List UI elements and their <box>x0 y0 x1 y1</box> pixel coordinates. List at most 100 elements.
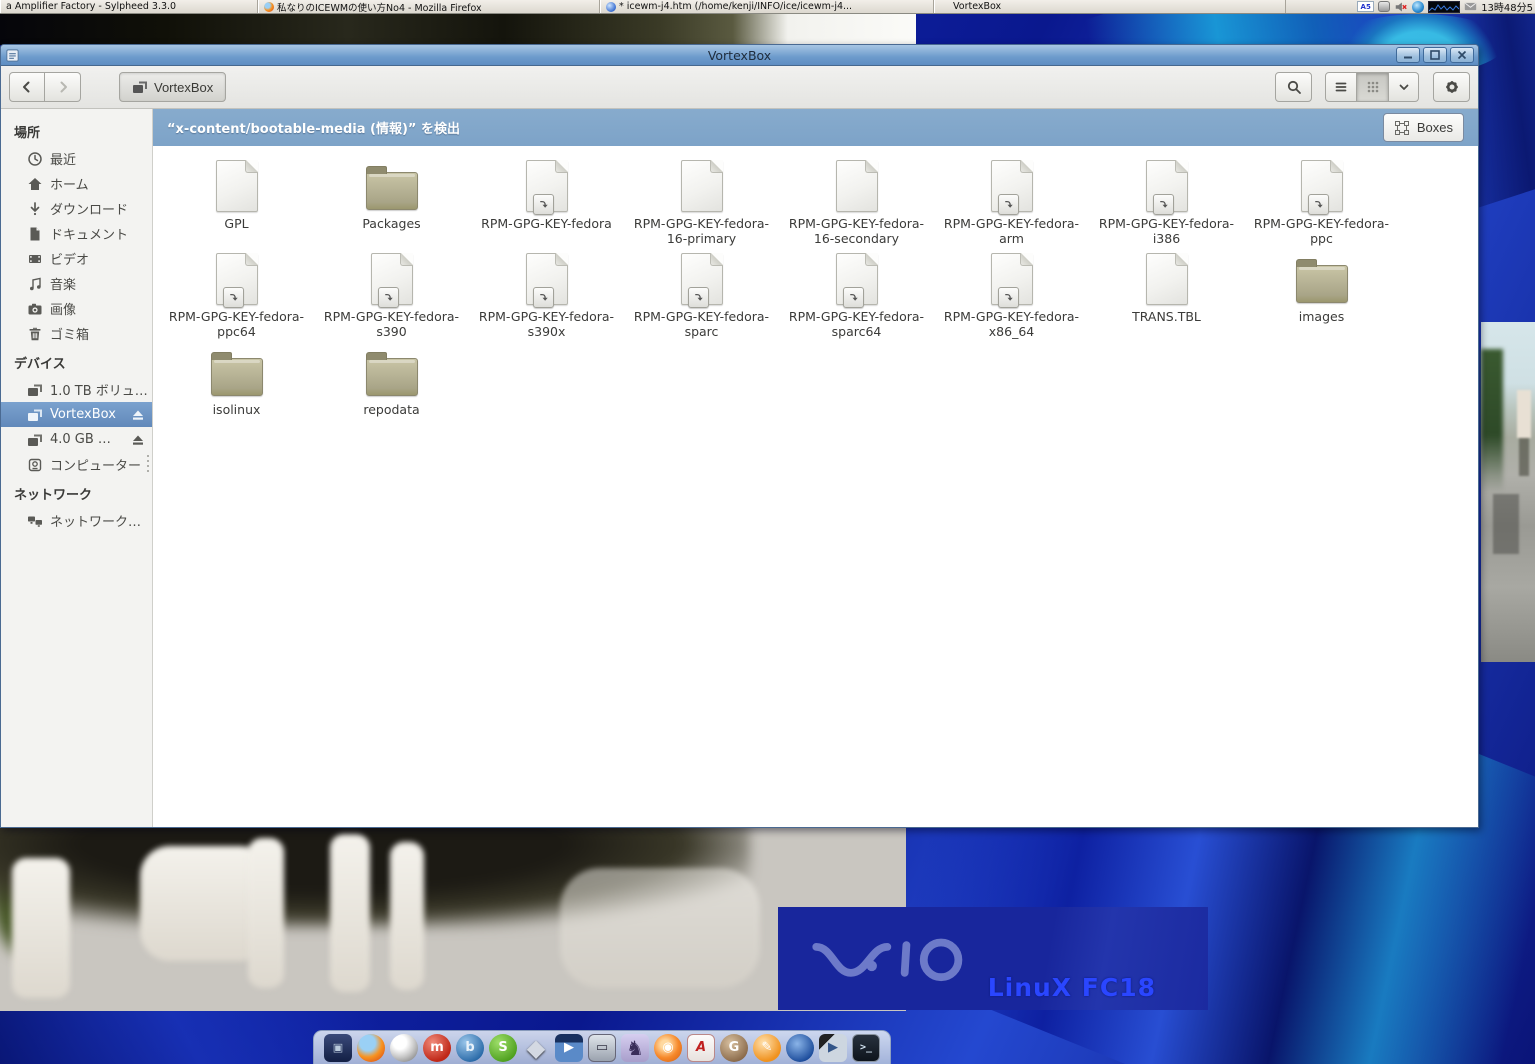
maximize-button[interactable] <box>1423 47 1447 63</box>
globe-icon <box>606 2 616 12</box>
sidebar-item-[interactable]: ホーム <box>1 171 152 196</box>
sidebar-item-10tb[interactable]: 1.0 TB ボリュ… <box>1 377 152 402</box>
sidebar-item-[interactable]: コンピューター <box>1 452 152 477</box>
folder-item[interactable]: repodata <box>314 342 469 435</box>
taskbar: a Amplifier Factory - Sylpheed 3.3.0 私なりの… <box>0 0 1535 14</box>
mouse-settings-icon[interactable] <box>1378 1 1390 12</box>
symlink-emblem-icon <box>1153 194 1174 215</box>
taskbar-window-label: 私なりのICEWMの使い方No4 - Mozilla Firefox <box>277 0 482 13</box>
view-toggle-group <box>1325 72 1419 102</box>
back-button[interactable] <box>9 72 45 102</box>
file-item[interactable]: RPM-GPG-KEY-fedora-x86_64 <box>934 249 1089 342</box>
paint-icon[interactable]: ✎ <box>753 1034 781 1062</box>
sidebar-item-[interactable]: ダウンロード <box>1 196 152 221</box>
search-button[interactable] <box>1275 72 1312 102</box>
media-player-icon[interactable]: ▶ <box>555 1034 583 1062</box>
folder-icon <box>366 358 418 396</box>
file-item[interactable]: RPM-GPG-KEY-fedora-ppc <box>1244 156 1399 249</box>
blender-icon[interactable]: ◉ <box>654 1034 682 1062</box>
gimp-icon[interactable]: G <box>720 1034 748 1062</box>
bluefish-icon[interactable]: b <box>456 1034 484 1062</box>
video-editor-icon[interactable]: ▶ <box>819 1034 847 1062</box>
eject-button[interactable] <box>128 431 148 449</box>
minimize-button[interactable] <box>1396 47 1420 63</box>
sidebar-item-40gb[interactable]: 4.0 GB … <box>1 427 152 452</box>
file-item[interactable]: RPM-GPG-KEY-fedora-i386 <box>1089 156 1244 249</box>
folder-item[interactable]: images <box>1244 249 1399 342</box>
file-item[interactable]: RPM-GPG-KEY-fedora-s390 <box>314 249 469 342</box>
sidebar-item-[interactable]: 画像 <box>1 296 152 321</box>
file-item[interactable]: RPM-GPG-KEY-fedora-16-primary <box>624 156 779 249</box>
sidebar-item-label: ゴミ箱 <box>50 324 148 343</box>
content-pane: “x-content/bootable-media (情報)” を検出 Boxe… <box>153 109 1478 827</box>
folder-item[interactable]: isolinux <box>159 342 314 435</box>
taskbar-window-button[interactable]: 私なりのICEWMの使い方No4 - Mozilla Firefox <box>258 0 600 13</box>
symlink-emblem-icon <box>378 287 399 308</box>
close-button[interactable] <box>1450 47 1474 63</box>
launcher-icon[interactable]: ▣ <box>324 1034 352 1062</box>
trash-icon <box>27 326 43 342</box>
drive-icon <box>132 79 148 95</box>
horse-game-icon[interactable]: ♞ <box>621 1034 649 1062</box>
sidebar-item-[interactable]: 音楽 <box>1 271 152 296</box>
taskbar-window-button[interactable]: * icewm-j4.htm (/home/kenji/INFO/ice/ice… <box>600 0 934 13</box>
network-monitor-icon[interactable] <box>1412 1 1424 13</box>
sidebar-item-label: 最近 <box>50 149 148 168</box>
view-options-button[interactable] <box>1389 72 1419 102</box>
titlebar[interactable]: VortexBox <box>1 45 1478 66</box>
file-name-label: RPM-GPG-KEY-fedora-arm <box>940 216 1084 246</box>
sidebar-item-vortexbox[interactable]: VortexBox <box>1 402 152 427</box>
file-item[interactable]: TRANS.TBL <box>1089 249 1244 342</box>
symlink-emblem-icon <box>843 287 864 308</box>
display-icon[interactable]: ▭ <box>588 1034 616 1062</box>
symlink-emblem-icon <box>998 194 1019 215</box>
file-item[interactable]: GPL <box>159 156 314 249</box>
gear-menu-button[interactable] <box>1433 72 1470 102</box>
symlink-emblem-icon <box>1308 194 1329 215</box>
terminal-icon[interactable]: >_ <box>852 1034 880 1062</box>
eject-button[interactable] <box>128 406 148 424</box>
list-view-button[interactable] <box>1325 72 1357 102</box>
midori-icon[interactable]: m <box>423 1034 451 1062</box>
file-name-label: RPM-GPG-KEY-fedora-s390 <box>320 309 464 339</box>
sidebar-item-[interactable]: 最近 <box>1 146 152 171</box>
computer-icon <box>27 457 43 473</box>
folder-item[interactable]: Packages <box>314 156 469 249</box>
mail-icon[interactable] <box>1464 0 1477 13</box>
file-item[interactable]: RPM-GPG-KEY-fedora-sparc <box>624 249 779 342</box>
anthy-input-icon[interactable]: A5 <box>1357 1 1374 12</box>
file-item[interactable]: RPM-GPG-KEY-fedora-s390x <box>469 249 624 342</box>
web-browser-icon[interactable] <box>390 1034 418 1062</box>
file-item[interactable]: RPM-GPG-KEY-fedora-ppc64 <box>159 249 314 342</box>
file-item[interactable]: RPM-GPG-KEY-fedora-sparc64 <box>779 249 934 342</box>
folder-icon <box>366 172 418 210</box>
file-item[interactable]: RPM-GPG-KEY-fedora-arm <box>934 156 1089 249</box>
boxes-button-label: Boxes <box>1417 120 1453 135</box>
file-item[interactable]: RPM-GPG-KEY-fedora <box>469 156 624 249</box>
sidebar-item-[interactable]: ドキュメント <box>1 221 152 246</box>
inkscape-icon[interactable]: ◆ <box>522 1034 550 1062</box>
sidebar-item-label: 音楽 <box>50 274 148 293</box>
openoffice-icon[interactable] <box>786 1034 814 1062</box>
sidebar-item-[interactable]: ビデオ <box>1 246 152 271</box>
file-icon <box>681 160 723 212</box>
volume-muted-icon[interactable] <box>1394 0 1408 14</box>
file-item[interactable]: RPM-GPG-KEY-fedora-16-secondary <box>779 156 934 249</box>
pane-splitter-handle[interactable] <box>146 455 150 487</box>
path-bar-button[interactable]: VortexBox <box>119 72 226 102</box>
sidebar-item-[interactable]: ネットワーク… <box>1 508 152 533</box>
sidebar-item-label: ビデオ <box>50 249 148 268</box>
grid-view-button[interactable] <box>1357 72 1389 102</box>
sidebar-item-[interactable]: ゴミ箱 <box>1 321 152 346</box>
open-with-boxes-button[interactable]: Boxes <box>1383 113 1464 142</box>
firefox-icon[interactable] <box>357 1034 385 1062</box>
forward-button[interactable] <box>45 72 81 102</box>
wallpaper-photo-animal <box>0 828 906 1011</box>
cpu-graph-icon[interactable] <box>1428 1 1460 13</box>
file-icon <box>216 160 258 212</box>
pdf-reader-icon[interactable]: A <box>687 1034 715 1062</box>
taskbar-window-button[interactable]: VortexBox <box>934 0 1286 13</box>
media-detected-infobar: “x-content/bootable-media (情報)” を検出 Boxe… <box>153 109 1478 146</box>
taskbar-window-button[interactable]: a Amplifier Factory - Sylpheed 3.3.0 <box>0 0 258 13</box>
skype-icon[interactable]: S <box>489 1034 517 1062</box>
